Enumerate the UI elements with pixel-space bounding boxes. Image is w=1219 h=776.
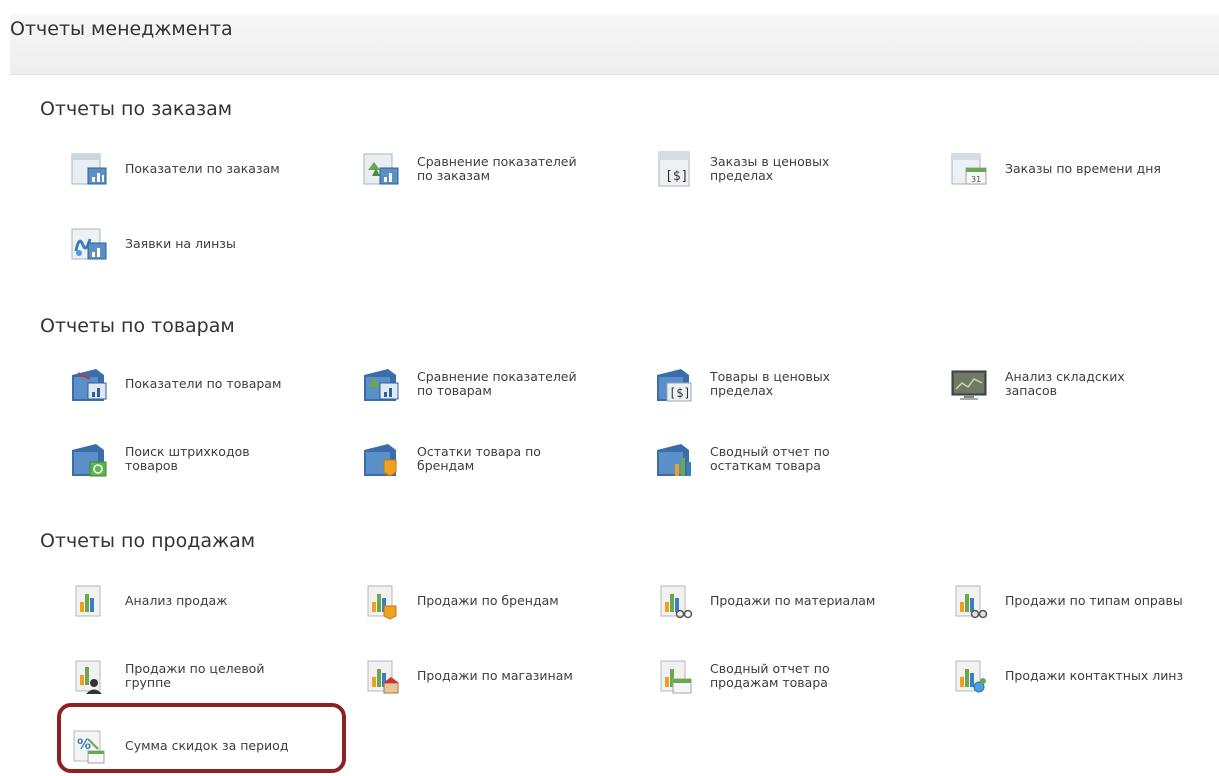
order-compare-icon [362, 150, 400, 188]
svg-text:[$]: [$] [669, 386, 691, 400]
report-orders-compare[interactable]: Сравнение показателей по заказам [362, 145, 577, 193]
report-brand-stock[interactable]: Остатки товара по брендам [362, 435, 541, 483]
barcode-search-icon [70, 440, 108, 478]
item-label: Продажи контактных линз [1005, 668, 1184, 683]
report-orders-metrics[interactable]: Показатели по заказам [70, 145, 280, 193]
item-label: Заказы по времени дня [1005, 161, 1161, 176]
product-compare-icon [362, 365, 400, 403]
report-sales-material[interactable]: Продажи по материалам [655, 577, 875, 625]
item-label: Заказы в ценовых пределах [710, 154, 830, 183]
stock-analysis-icon [950, 365, 988, 403]
page-title: Отчеты менеджмента [10, 18, 233, 40]
section-title-products: Отчеты по товарам [40, 315, 235, 337]
section-title-orders: Отчеты по заказам [40, 98, 233, 120]
item-label: Продажи по типам оправы [1005, 593, 1183, 608]
report-barcode-search[interactable]: Поиск штрихкодов товаров [70, 435, 250, 483]
item-label: Продажи по магазинам [417, 668, 573, 683]
item-label: Сводный отчет по продажам товара [710, 661, 830, 690]
sales-store-icon [362, 657, 400, 695]
report-products-metrics[interactable]: Показатели по товарам [70, 360, 281, 408]
item-label: Товары в ценовых пределах [710, 369, 831, 398]
lens-request-icon [70, 225, 108, 263]
report-stock-summary[interactable]: Сводный отчет по остаткам товара [655, 435, 830, 483]
report-sales-store[interactable]: Продажи по магазинам [362, 652, 573, 700]
item-label: Показатели по товарам [125, 376, 282, 391]
stock-summary-icon [655, 440, 693, 478]
report-orders-time-of-day[interactable]: 31 Заказы по времени дня [950, 145, 1161, 193]
report-orders-price-range[interactable]: [$] Заказы в ценовых пределах [655, 145, 829, 193]
report-sales-summary[interactable]: Сводный отчет по продажам товара [655, 652, 830, 700]
item-label: Поиск штрихкодов товаров [125, 444, 250, 473]
brand-stock-icon [362, 440, 400, 478]
order-time-icon: 31 [950, 150, 988, 188]
sales-summary-icon [655, 657, 693, 695]
report-sales-contact-lens[interactable]: Продажи контактных линз [950, 652, 1183, 700]
item-label: Анализ продаж [125, 593, 228, 608]
item-label: Продажи по целевой группе [125, 661, 265, 690]
item-label: Продажи по материалам [710, 593, 876, 608]
order-report-icon [70, 150, 108, 188]
report-products-compare[interactable]: Сравнение показателей по товарам [362, 360, 577, 408]
product-price-range-icon: [$] [655, 365, 693, 403]
item-label: Продажи по брендам [417, 593, 559, 608]
item-label: Анализ складских запасов [1005, 369, 1125, 398]
report-stock-analysis[interactable]: Анализ складских запасов [950, 360, 1125, 408]
sales-target-group-icon [70, 657, 108, 695]
item-label: Заявки на линзы [125, 236, 236, 251]
report-sales-target-group[interactable]: Продажи по целевой группе [70, 652, 264, 700]
order-price-range-icon: [$] [655, 150, 693, 188]
item-label: Сравнение показателей по заказам [417, 154, 577, 183]
report-sales-analysis[interactable]: Анализ продаж [70, 577, 227, 625]
product-report-icon [70, 365, 108, 403]
report-sales-brand[interactable]: Продажи по брендам [362, 577, 559, 625]
report-sales-frame-type[interactable]: Продажи по типам оправы [950, 577, 1183, 625]
section-title-sales: Отчеты по продажам [40, 530, 256, 552]
item-label: Сводный отчет по остаткам товара [710, 444, 830, 473]
report-products-price-range[interactable]: [$] Товары в ценовых пределах [655, 360, 830, 408]
svg-text:31: 31 [971, 175, 981, 184]
item-label: Сравнение показателей по товарам [417, 369, 577, 398]
sales-contact-lens-icon [950, 657, 988, 695]
svg-text:[$]: [$] [665, 169, 688, 184]
sales-material-icon [655, 582, 693, 620]
sales-brand-icon [362, 582, 400, 620]
item-label: Показатели по заказам [125, 161, 280, 176]
report-lens-requests[interactable]: Заявки на линзы [70, 220, 236, 268]
item-label: Остатки товара по брендам [417, 444, 541, 473]
sales-analysis-icon [70, 582, 108, 620]
sales-frame-type-icon [950, 582, 988, 620]
highlight-frame [57, 703, 346, 773]
